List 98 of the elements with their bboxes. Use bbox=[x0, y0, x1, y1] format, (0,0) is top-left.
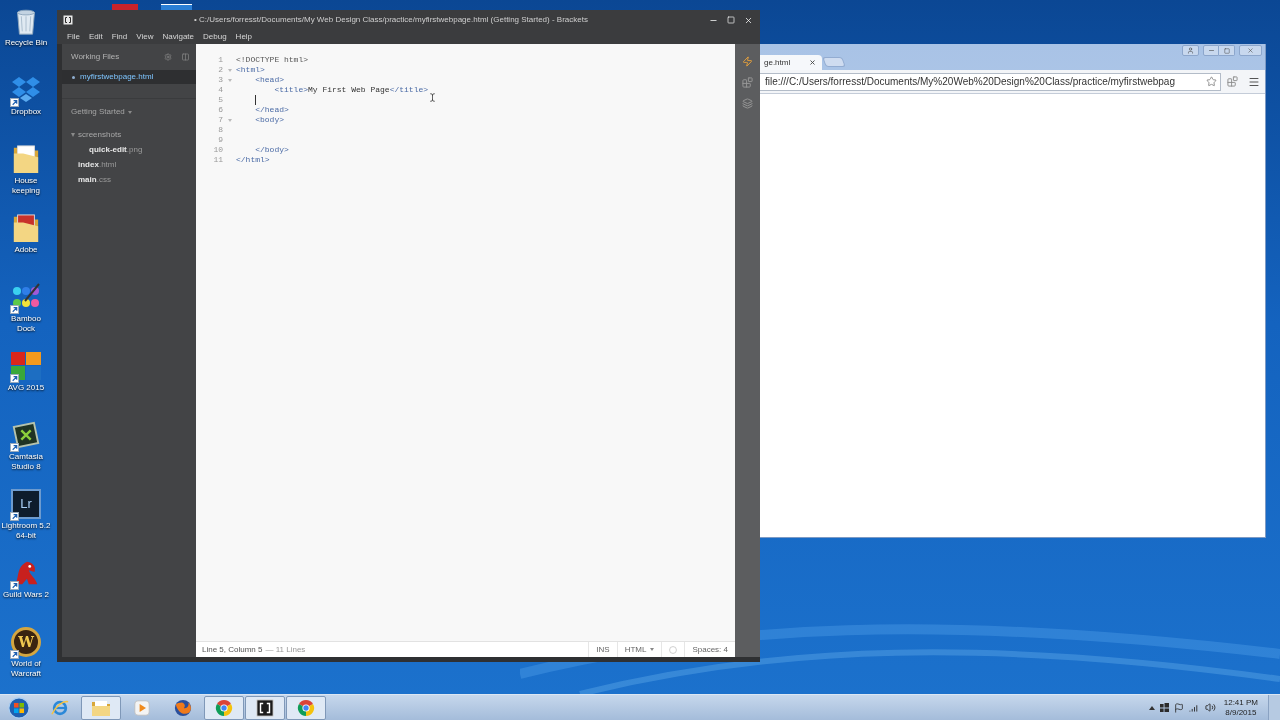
bracket-square-icon bbox=[63, 15, 73, 25]
desktop-shortcut[interactable]: Guild Wars 2 bbox=[0, 556, 52, 625]
ring-icon[interactable] bbox=[669, 645, 678, 654]
diamond-shapes-icon bbox=[10, 75, 42, 105]
globe-flame-icon bbox=[174, 698, 192, 717]
line-number: 11 bbox=[212, 155, 223, 165]
code-line: </html> bbox=[236, 155, 270, 165]
segmented-circle-icon bbox=[297, 698, 315, 717]
fold-arrow-icon[interactable] bbox=[227, 68, 232, 72]
line-number: 2 bbox=[217, 65, 223, 75]
line-number: 10 bbox=[212, 145, 223, 155]
globe-ring-icon bbox=[51, 698, 69, 717]
code-line: <head> bbox=[254, 75, 284, 85]
person-icon bbox=[1187, 47, 1194, 54]
desktop-shortcut[interactable]: W World of Warcraft bbox=[0, 625, 52, 694]
blocks-icon[interactable] bbox=[742, 77, 753, 88]
maximize-button[interactable] bbox=[1219, 45, 1235, 56]
line-number: 4 bbox=[217, 85, 223, 95]
fold-arrow-icon[interactable] bbox=[227, 118, 232, 122]
partial-desktop-icon bbox=[112, 4, 138, 10]
file-name[interactable]: main.css bbox=[78, 173, 111, 186]
lightning-icon[interactable] bbox=[742, 56, 753, 67]
start-orb-icon bbox=[8, 696, 30, 719]
code-line: <!DOCTYPE html> bbox=[236, 55, 308, 65]
working-file-row[interactable]: myfirstwebpage.html bbox=[62, 70, 196, 84]
desktop-shortcut[interactable]: House keeping bbox=[0, 142, 52, 211]
folder-name[interactable]: screenshots bbox=[78, 128, 122, 141]
disclosure-triangle-icon[interactable] bbox=[71, 132, 75, 137]
minimize-icon bbox=[1207, 47, 1215, 54]
menu-item[interactable]: Help bbox=[235, 31, 253, 43]
desktop-shortcut[interactable]: Recycle Bin bbox=[0, 4, 52, 73]
close-button[interactable] bbox=[1239, 45, 1262, 56]
line-number: 6 bbox=[217, 105, 223, 115]
profile-button[interactable] bbox=[1182, 45, 1199, 56]
line-number: 8 bbox=[217, 125, 223, 135]
project-title[interactable]: Getting Started bbox=[71, 106, 125, 118]
folder-icon bbox=[12, 212, 40, 244]
desktop-shortcut[interactable]: AVG 2015 bbox=[0, 349, 52, 418]
line-number: 7 bbox=[217, 115, 223, 125]
menu-item[interactable]: Debug bbox=[203, 31, 227, 43]
play-icon bbox=[134, 699, 150, 716]
caret-icon[interactable] bbox=[127, 110, 132, 114]
desktop-shortcut[interactable]: Camtasia Studio 8 bbox=[0, 418, 52, 487]
close-icon[interactable] bbox=[809, 59, 816, 66]
menu-icon[interactable] bbox=[1248, 75, 1260, 88]
code-line: <title>My First Web Page</title> bbox=[273, 85, 429, 95]
line-number: 3 bbox=[217, 75, 223, 85]
cursor-position: Line 5, Column 5 bbox=[201, 643, 263, 656]
menu-item[interactable]: File bbox=[67, 31, 80, 43]
desktop-shortcut[interactable]: Lr Lightroom 5.2 64-bit bbox=[0, 487, 52, 556]
taskbar-button[interactable] bbox=[245, 695, 285, 720]
minimize-button[interactable] bbox=[1203, 45, 1219, 56]
flag-icon[interactable] bbox=[1173, 702, 1184, 713]
code-line: </body> bbox=[254, 145, 289, 155]
close-icon[interactable] bbox=[744, 15, 753, 25]
window-grid-icon[interactable] bbox=[1159, 703, 1169, 712]
desktop-shortcut[interactable]: Dropbox bbox=[0, 73, 52, 142]
folder-icon bbox=[12, 143, 40, 175]
text-cursor-icon bbox=[428, 92, 437, 103]
line-number: 5 bbox=[217, 95, 223, 105]
menu-item[interactable]: Find bbox=[111, 31, 128, 43]
signal-bars-icon[interactable] bbox=[1188, 702, 1200, 713]
code-line: </head> bbox=[254, 105, 289, 115]
menu-item[interactable]: View bbox=[136, 31, 154, 43]
split-view-icon[interactable] bbox=[181, 53, 190, 61]
show-desktop-button[interactable] bbox=[1268, 695, 1280, 720]
fold-arrow-icon[interactable] bbox=[227, 78, 232, 82]
maximize-icon[interactable] bbox=[727, 16, 735, 24]
line-count: — 11 Lines bbox=[264, 643, 306, 656]
code-line: <html> bbox=[236, 65, 265, 75]
window-title: • C:/Users/forresst/Documents/My Web Design Class/practice/myfirstwebpage.html (Getting Started) - Brackets bbox=[193, 14, 589, 26]
extension-icon[interactable] bbox=[1226, 76, 1238, 87]
segmented-circle-icon bbox=[215, 698, 233, 717]
file-name[interactable]: quick-edit.png bbox=[89, 143, 143, 156]
desktop-shortcut[interactable]: Adobe bbox=[0, 211, 52, 280]
clock[interactable]: 12:41 PM 8/9/2015 bbox=[1223, 697, 1268, 718]
folder-icon bbox=[91, 698, 111, 717]
tiled-squares-icon bbox=[11, 352, 41, 380]
section-title: Working Files bbox=[71, 51, 121, 63]
overflow-arrow-icon[interactable] bbox=[1148, 705, 1155, 710]
maximize-icon bbox=[1223, 47, 1230, 54]
file-name[interactable]: index.html bbox=[78, 158, 117, 171]
close-icon bbox=[1247, 47, 1254, 54]
layers-icon[interactable] bbox=[742, 98, 753, 109]
desktop-shortcut[interactable]: Bamboo Dock bbox=[0, 280, 52, 349]
speaker-icon[interactable] bbox=[1204, 702, 1216, 713]
partial-desktop-icon bbox=[161, 4, 192, 10]
menu-item[interactable]: Navigate bbox=[162, 31, 195, 43]
menu-item[interactable]: Edit bbox=[88, 31, 103, 43]
bracket-square-icon bbox=[256, 698, 274, 717]
settings-icon[interactable] bbox=[164, 53, 172, 61]
star-icon[interactable] bbox=[1206, 76, 1217, 87]
code-line: <body> bbox=[254, 115, 284, 125]
new-tab-button[interactable] bbox=[822, 57, 846, 67]
logo-tile: Lr bbox=[11, 489, 41, 519]
line-number: 1 bbox=[217, 55, 223, 65]
line-number: 9 bbox=[217, 135, 223, 145]
caret-icon bbox=[650, 648, 655, 651]
